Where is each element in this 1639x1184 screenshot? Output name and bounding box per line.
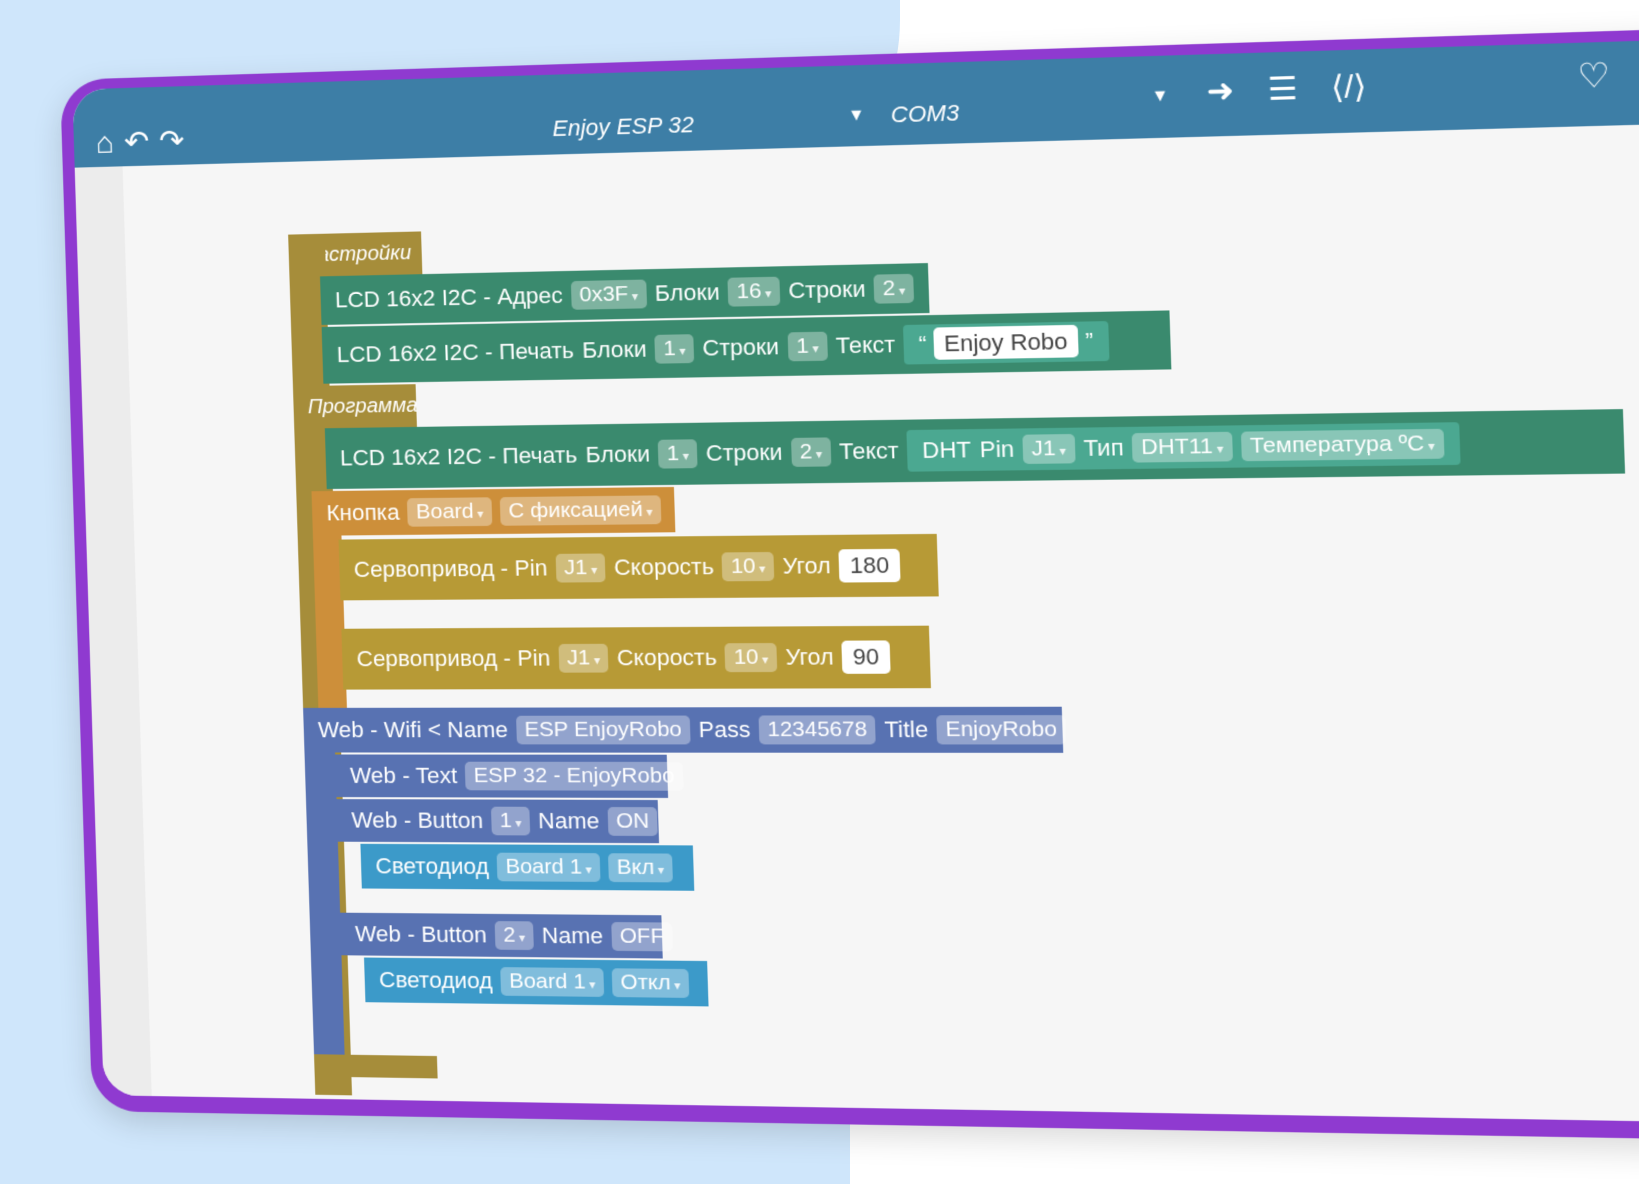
servo-block-2[interactable]: Сервопривод - Pin J1 Скорость 10 Угол 90 (341, 625, 931, 690)
board-field[interactable]: Board (407, 497, 493, 527)
block-title: Web - Wifi < Name (317, 716, 509, 743)
home-icon[interactable]: ⌂ (95, 126, 114, 160)
address-field[interactable]: 0x3F (570, 279, 647, 310)
block-title: Сервопривод - Pin (353, 554, 548, 583)
measure-field[interactable]: Температура ºC (1240, 428, 1445, 462)
web-wifi-block[interactable]: Web - Wifi < Name ESP EnjoyRobo Pass 123… (303, 706, 1067, 753)
angle-label: Угол (785, 643, 834, 670)
upload-icon[interactable]: ➜ (1206, 72, 1235, 110)
web-button-block-2[interactable]: Web - Button 2 Name OFF (340, 912, 673, 959)
block-title: Светодиод (378, 966, 493, 994)
cols-field[interactable]: 1 (657, 439, 698, 469)
type-field[interactable]: DHT11 (1131, 431, 1233, 463)
block-title: Кнопка (326, 499, 400, 526)
text-label: Текст (835, 331, 896, 359)
ide-screen: ⌂ ↶ ↷ Enjoy ESP 32 ▼ COM3 ▼ ➜ ☰ ⟨/⟩ ♡ ⚙ (72, 39, 1639, 1123)
block-title: Web - Button (354, 920, 488, 948)
angle-label: Угол (782, 552, 832, 579)
led-state-field[interactable]: Откл (611, 968, 690, 998)
button-num-field[interactable]: 2 (494, 921, 534, 951)
string-block[interactable]: “ Enjoy Robo ” (903, 321, 1110, 365)
title-field[interactable]: EnjoyRobo (936, 715, 1067, 745)
lightbulb-icon[interactable]: ♡ (1577, 55, 1611, 97)
button-block[interactable]: Кнопка Board С фиксацией (311, 486, 676, 536)
tablet-frame: ⌂ ↶ ↷ Enjoy ESP 32 ▼ COM3 ▼ ➜ ☰ ⟨/⟩ ♡ ⚙ (60, 27, 1639, 1141)
block-title: Светодиод (375, 853, 490, 880)
pin-field[interactable]: J1 (558, 643, 609, 673)
undo-icon[interactable]: ↶ (123, 125, 149, 159)
led-board-field[interactable]: Board 1 (500, 967, 605, 997)
mode-field[interactable]: С фиксацией (499, 495, 662, 526)
type-label: Тип (1083, 434, 1125, 462)
pin-field[interactable]: J1 (555, 553, 606, 583)
quote-open-icon: “ (918, 330, 928, 357)
rows-field[interactable]: 2 (873, 273, 915, 304)
speed-label: Скорость (613, 553, 715, 581)
block-title: Сервопривод - Pin (356, 645, 551, 672)
led-state-field[interactable]: Вкл (608, 853, 674, 883)
dht-block[interactable]: DHT Pin J1 Тип DHT11 Температура ºC (906, 422, 1461, 472)
rows-field[interactable]: 2 (790, 437, 832, 467)
pin-label: Pin (979, 435, 1015, 463)
board-select[interactable]: Enjoy ESP 32 (552, 112, 694, 143)
wifi-name-field[interactable]: ESP EnjoyRobo (515, 715, 691, 745)
title-label: Title (883, 716, 929, 743)
text-label: Текст (838, 437, 899, 465)
quote-close-icon: ” (1084, 327, 1094, 355)
pass-field[interactable]: 12345678 (758, 715, 877, 745)
tablet-device: ⌂ ↶ ↷ Enjoy ESP 32 ▼ COM3 ▼ ➜ ☰ ⟨/⟩ ♡ ⚙ (60, 27, 1639, 1141)
block-title: LCD 16x2 I2C - Печать (339, 441, 578, 471)
speed-field[interactable]: 10 (721, 551, 775, 582)
web-text-field[interactable]: ESP 32 - EnjoyRobo (465, 761, 684, 791)
code-view-icon[interactable]: ⟨/⟩ (1330, 68, 1367, 106)
rows-label: Строки (787, 275, 866, 304)
cols-label: Блоки (581, 336, 647, 363)
led-board-field[interactable]: Board 1 (496, 852, 601, 882)
pass-label: Pass (698, 716, 751, 743)
button-num-field[interactable]: 1 (490, 806, 531, 836)
program-block[interactable]: Программа (292, 384, 419, 429)
lcd-print-block-2[interactable]: LCD 16x2 I2C - Печать Блоки 1 Строки 2 Т… (324, 409, 1626, 490)
angle-value[interactable]: 90 (841, 640, 891, 674)
program-label: Программа (307, 393, 419, 418)
web-text-block[interactable]: Web - Text ESP 32 - EnjoyRobo (335, 754, 684, 798)
board-dropdown-icon[interactable]: ▼ (848, 107, 866, 126)
servo-block-1[interactable]: Сервопривод - Pin J1 Скорость 10 Угол 18… (338, 533, 939, 601)
name-label: Name (541, 922, 604, 949)
button-name-field[interactable]: OFF (610, 922, 673, 952)
rows-field[interactable]: 1 (787, 331, 828, 362)
block-title: LCD 16x2 I2C - Адрес (334, 282, 564, 313)
block-title: Web - Text (349, 762, 458, 789)
main-container-footer (314, 1054, 438, 1079)
rows-label: Строки (705, 439, 783, 466)
serial-monitor-icon[interactable]: ☰ (1267, 71, 1298, 109)
cols-label: Блоки (654, 278, 721, 307)
block-title: Web - Button (351, 807, 484, 834)
speed-label: Скорость (616, 644, 718, 671)
dht-label: DHT (921, 436, 972, 464)
pin-field[interactable]: J1 (1022, 433, 1076, 464)
led-block-1[interactable]: Светодиод Board 1 Вкл (360, 843, 695, 891)
port-select[interactable]: COM3 (890, 100, 959, 129)
redo-icon[interactable]: ↷ (159, 124, 185, 158)
name-label: Name (537, 807, 600, 834)
speed-field[interactable]: 10 (724, 643, 778, 673)
rows-label: Строки (702, 333, 780, 361)
cols-field[interactable]: 1 (654, 334, 695, 364)
led-block-2[interactable]: Светодиод Board 1 Откл (364, 957, 709, 1007)
string-value[interactable]: Enjoy Robo (932, 324, 1080, 360)
cols-label: Блоки (585, 440, 651, 468)
angle-value[interactable]: 180 (838, 548, 901, 583)
button-name-field[interactable]: ON (607, 807, 659, 836)
port-dropdown-icon[interactable]: ▼ (1151, 87, 1169, 106)
cols-field[interactable]: 16 (727, 276, 781, 307)
web-button-block-1[interactable]: Web - Button 1 Name ON (336, 799, 660, 844)
block-title: LCD 16x2 I2C - Печать (336, 337, 575, 368)
